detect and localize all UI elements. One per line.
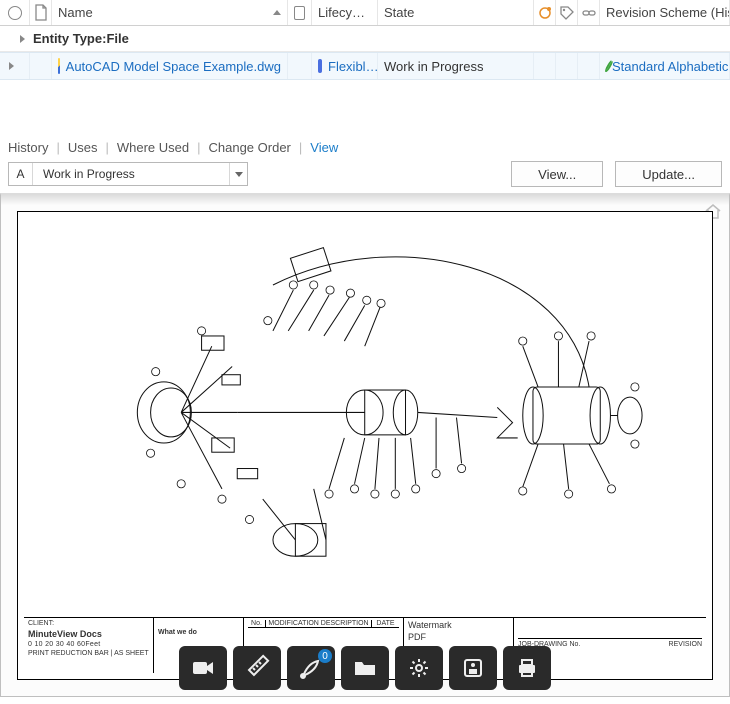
view-toolbar: A Work in Progress View... Update... xyxy=(0,161,730,193)
header-doc-icon[interactable] xyxy=(30,0,52,25)
chevron-down-icon xyxy=(229,163,247,185)
revision-label: Work in Progress xyxy=(33,167,135,181)
header-state[interactable]: State xyxy=(378,0,534,25)
group-row-entity-type[interactable]: Entity Type:File xyxy=(0,26,730,52)
grid-header-row: Name Lifecy… State Revision Scheme (Hist… xyxy=(0,0,730,26)
file-row[interactable]: AutoCAD Model Space Example.dwg Flexibl…… xyxy=(0,52,730,80)
header-select-all-circle[interactable] xyxy=(0,0,30,25)
detail-tabs: History| Uses| Where Used| Change Order|… xyxy=(0,140,730,161)
properties-button[interactable] xyxy=(449,646,497,690)
drawing-sheet[interactable]: CLIENT: MinuteView Docs 0 10 20 30 40 60… xyxy=(17,211,713,680)
lifecycle-icon xyxy=(318,59,322,73)
markup-count-badge: 0 xyxy=(318,649,332,663)
tab-history[interactable]: History xyxy=(8,140,48,155)
dwf-viewer: CLIENT: MinuteView Docs 0 10 20 30 40 60… xyxy=(0,193,730,697)
header-name[interactable]: Name xyxy=(52,0,288,25)
expand-icon xyxy=(9,62,14,70)
settings-button[interactable] xyxy=(395,646,443,690)
sort-asc-icon xyxy=(273,10,281,15)
header-check-all[interactable] xyxy=(288,0,312,25)
tab-where-used[interactable]: Where Used xyxy=(117,140,189,155)
model-space-drawing xyxy=(51,234,678,601)
header-link-icon[interactable] xyxy=(578,0,600,25)
header-lifecycle[interactable]: Lifecy… xyxy=(312,0,378,25)
print-button[interactable] xyxy=(503,646,551,690)
revision-select[interactable]: A Work in Progress xyxy=(8,162,248,186)
tab-uses[interactable]: Uses xyxy=(68,140,98,155)
tab-change-order[interactable]: Change Order xyxy=(209,140,291,155)
header-tag-icon[interactable] xyxy=(556,0,578,25)
markup-button[interactable]: 0 xyxy=(287,646,335,690)
tab-view[interactable]: View xyxy=(310,140,338,155)
camera-button[interactable] xyxy=(179,646,227,690)
viewer-floating-toolbar: 0 xyxy=(179,646,551,690)
drawing-canvas[interactable] xyxy=(24,218,706,617)
revision-code: A xyxy=(9,163,33,185)
file-name[interactable]: AutoCAD Model Space Example.dwg xyxy=(66,59,281,74)
view-button[interactable]: View... xyxy=(511,161,603,187)
update-button[interactable]: Update... xyxy=(615,161,722,187)
expand-icon xyxy=(20,35,25,43)
measure-button[interactable] xyxy=(233,646,281,690)
header-attachment-icon[interactable] xyxy=(534,0,556,25)
dwg-file-icon xyxy=(58,58,60,74)
folder-button[interactable] xyxy=(341,646,389,690)
header-revision[interactable]: Revision Scheme (Hist… xyxy=(600,0,730,25)
header-name-label: Name xyxy=(58,5,93,20)
